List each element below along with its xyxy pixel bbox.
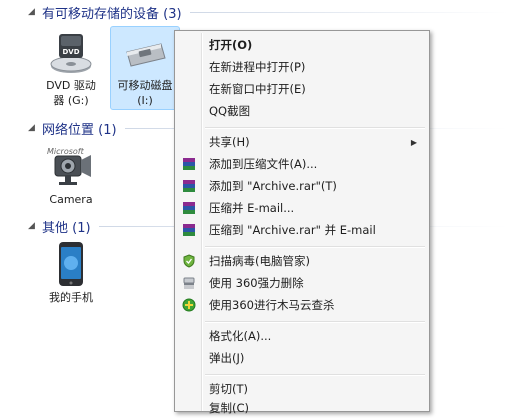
group-header-removable[interactable]: ◢ 有可移动存储的设备 (3) xyxy=(28,2,508,22)
menu-separator xyxy=(205,127,425,129)
device-label: 可移动磁盘 (I:) xyxy=(114,78,176,108)
menu-item-share[interactable]: 共享(H) ▶ xyxy=(177,132,427,152)
phone-icon xyxy=(47,242,95,288)
menu-item-copy[interactable]: 复制(C) xyxy=(177,398,427,418)
menu-item-label: 弹出(J) xyxy=(209,351,245,365)
winrar-icon xyxy=(177,220,201,240)
menu-item-label: 压缩并 E-mail... xyxy=(209,201,295,215)
device-dvd-drive[interactable]: DVD DVD 驱动 器 (G:) xyxy=(36,30,106,108)
group-title: 网络位置 (1) xyxy=(42,122,117,138)
dvd-badge: DVD xyxy=(62,48,79,56)
menu-item-label: 压缩到 "Archive.rar" 并 E-mail xyxy=(209,223,376,237)
menu-item-label: 打开(O) xyxy=(209,38,253,52)
menu-item-scan-virus[interactable]: 扫描病毒(电脑管家) xyxy=(177,251,427,271)
device-camera[interactable]: Microsoft Camera xyxy=(36,144,106,207)
usb-drive-icon xyxy=(121,30,169,76)
shield-icon xyxy=(177,251,201,271)
menu-item-label: 使用360进行木马云查杀 xyxy=(209,298,335,312)
device-removable-disk[interactable]: 可移动磁盘 (I:) xyxy=(110,26,180,110)
winrar-icon xyxy=(177,154,201,174)
menu-item-add-to-archive[interactable]: 添加到压缩文件(A)... xyxy=(177,154,427,174)
shredder-icon xyxy=(177,273,201,293)
device-label-line2: 器 (G:) xyxy=(53,94,89,107)
device-label-line2: (I:) xyxy=(137,94,153,107)
menu-item-360-trojan-scan[interactable]: 使用360进行木马云查杀 xyxy=(177,295,427,315)
device-label-line1: DVD 驱动 xyxy=(46,79,96,92)
menu-item-add-to-archive-rar[interactable]: 添加到 "Archive.rar"(T) xyxy=(177,176,427,196)
dvd-drive-icon: DVD xyxy=(47,30,95,76)
menu-item-label: 添加到 "Archive.rar"(T) xyxy=(209,179,337,193)
device-label: Camera xyxy=(49,193,93,206)
context-menu: 打开(O) 在新进程中打开(P) 在新窗口中打开(E) QQ截图 共享(H) ▶… xyxy=(174,30,430,415)
device-phone[interactable]: 我的手机 xyxy=(36,242,106,305)
menu-separator xyxy=(205,321,425,323)
group-divider xyxy=(189,11,508,13)
winrar-icon xyxy=(177,198,201,218)
menu-separator xyxy=(205,246,425,248)
menu-item-open-new-process[interactable]: 在新进程中打开(P) xyxy=(177,57,427,77)
menu-item-360-force-delete[interactable]: 使用 360强力删除 xyxy=(177,273,427,293)
menu-item-label: 共享(H) xyxy=(209,135,250,149)
device-label: 我的手机 xyxy=(49,291,93,304)
menu-item-label: 格式化(A)... xyxy=(209,329,272,343)
collapse-arrow-icon[interactable]: ◢ xyxy=(28,221,40,231)
submenu-arrow-icon: ▶ xyxy=(410,137,417,147)
menu-item-label: 使用 360强力删除 xyxy=(209,276,304,290)
menu-item-qq-screenshot[interactable]: QQ截图 xyxy=(177,101,427,121)
menu-item-open-new-window[interactable]: 在新窗口中打开(E) xyxy=(177,79,427,99)
camera-icon: Microsoft xyxy=(47,144,95,190)
menu-item-label: 在新窗口中打开(E) xyxy=(209,82,306,96)
menu-item-open[interactable]: 打开(O) xyxy=(177,35,427,55)
360-icon xyxy=(177,295,201,315)
menu-item-label: 复制(C) xyxy=(209,401,250,415)
menu-item-eject[interactable]: 弹出(J) xyxy=(177,348,427,368)
menu-item-label: 在新进程中打开(P) xyxy=(209,60,306,74)
menu-item-cut[interactable]: 剪切(T) xyxy=(177,379,427,399)
collapse-arrow-icon[interactable]: ◢ xyxy=(28,7,40,17)
menu-item-label: QQ截图 xyxy=(209,104,251,118)
menu-item-format[interactable]: 格式化(A)... xyxy=(177,326,427,346)
menu-item-label: 剪切(T) xyxy=(209,382,248,396)
menu-item-compress-rar-email[interactable]: 压缩到 "Archive.rar" 并 E-mail xyxy=(177,220,427,240)
menu-item-label: 添加到压缩文件(A)... xyxy=(209,157,318,171)
device-label: DVD 驱动 器 (G:) xyxy=(36,78,106,108)
winrar-icon xyxy=(177,176,201,196)
group-title: 其他 (1) xyxy=(42,220,91,236)
collapse-arrow-icon[interactable]: ◢ xyxy=(28,123,40,133)
menu-separator xyxy=(205,374,425,376)
group-title: 有可移动存储的设备 (3) xyxy=(42,6,182,22)
camera-watermark: Microsoft xyxy=(47,147,84,156)
menu-item-compress-email[interactable]: 压缩并 E-mail... xyxy=(177,198,427,218)
device-label-line1: 可移动磁盘 xyxy=(117,79,173,92)
menu-item-label: 扫描病毒(电脑管家) xyxy=(209,254,310,268)
